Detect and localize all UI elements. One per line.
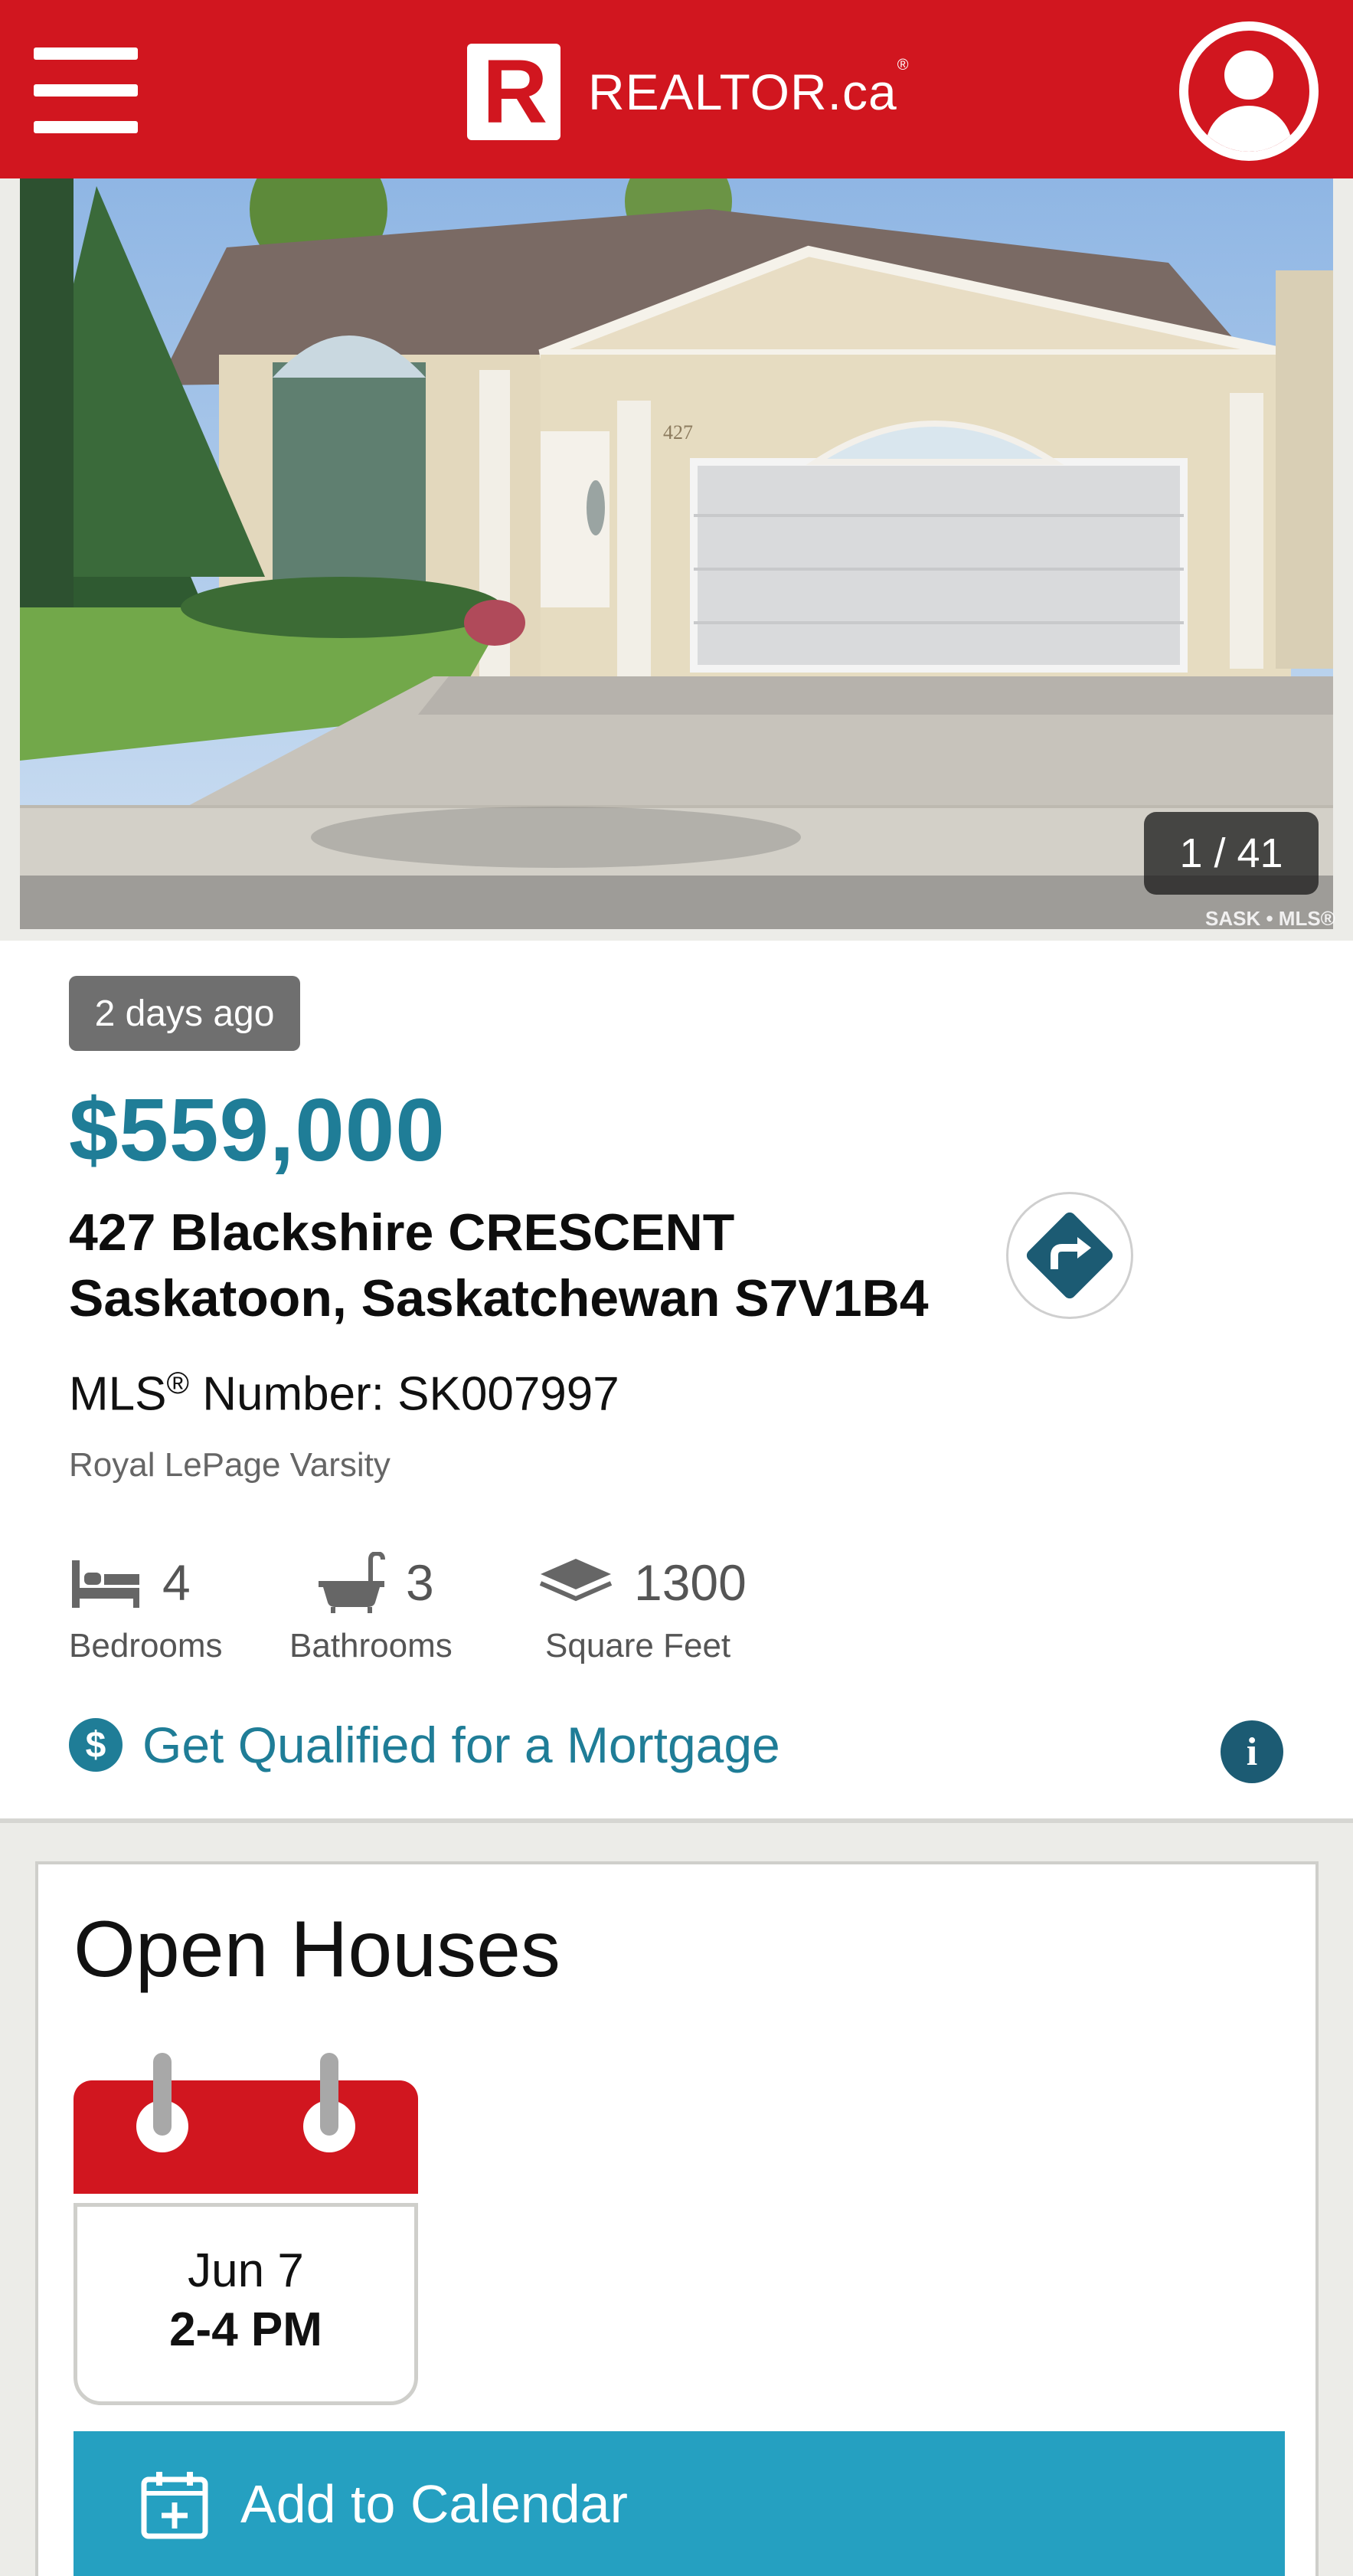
svg-text:427: 427 (663, 421, 693, 444)
realtor-logo[interactable]: R REALTOR.ca® (467, 43, 909, 141)
photo-counter: 1 / 41 (1144, 812, 1319, 895)
listing-photo[interactable]: 427 (20, 178, 1333, 929)
stat-bedrooms: 4 Bedrooms (69, 1554, 223, 1664)
add-to-calendar-label: Add to Calendar (240, 2474, 628, 2534)
dollar-icon: $ (69, 1718, 123, 1772)
logo-wordmark: REALTOR.ca® (588, 57, 910, 120)
bathtub-icon (319, 1552, 385, 1613)
open-houses-title: Open Houses (74, 1905, 560, 1994)
listing-address: 427 Blackshire CRESCENT Saskatoon, Saska… (69, 1200, 929, 1331)
open-houses-card: Open Houses Jun 7 2-4 PM Add to Calendar (35, 1861, 1319, 2576)
open-house-date: Jun 7 (188, 2244, 304, 2297)
calendar-body: Jun 7 2-4 PM (74, 2203, 418, 2405)
calendar-ring-right (320, 2053, 338, 2136)
mortgage-link-label: Get Qualified for a Mortgage (142, 1717, 780, 1773)
directions-button[interactable] (1006, 1192, 1133, 1319)
stat-square-feet: 1300 Square Feet (539, 1546, 747, 1684)
calendar-ring-left (153, 2053, 172, 2136)
address-line-2: Saskatoon, Saskatchewan S7V1B4 (69, 1269, 929, 1327)
area-layers-icon (539, 1559, 613, 1602)
listing-price: $559,000 (69, 1080, 446, 1180)
calendar-add-icon (141, 2472, 208, 2539)
listing-summary: 2 days ago $559,000 427 Blackshire CRESC… (0, 941, 1353, 1823)
mortgage-link[interactable]: $ Get Qualified for a Mortgage (69, 1714, 780, 1776)
info-icon[interactable]: i (1221, 1720, 1283, 1783)
top-app-bar: R REALTOR.ca® (0, 0, 1353, 178)
hamburger-menu-icon[interactable] (34, 47, 138, 133)
brokerage-name: Royal LePage Varsity (69, 1446, 391, 1484)
calendar-header (74, 2080, 418, 2194)
listing-age-badge: 2 days ago (69, 976, 300, 1051)
mls-number: MLS® Number: SK007997 (69, 1367, 619, 1421)
sask-mls-watermark: SASK • MLS® (1205, 907, 1335, 930)
realtor-r-mark: R (467, 44, 560, 140)
directions-icon (1026, 1212, 1113, 1299)
bed-icon (72, 1560, 139, 1608)
open-house-calendar-tile: Jun 7 2-4 PM (74, 2053, 418, 2405)
address-line-1: 427 Blackshire CRESCENT (69, 1203, 735, 1262)
add-to-calendar-button[interactable]: Add to Calendar (74, 2431, 1285, 2576)
stat-bathrooms: 3 Bathrooms (289, 1546, 453, 1684)
open-house-time: 2-4 PM (169, 2303, 322, 2356)
user-account-icon[interactable] (1179, 21, 1319, 161)
